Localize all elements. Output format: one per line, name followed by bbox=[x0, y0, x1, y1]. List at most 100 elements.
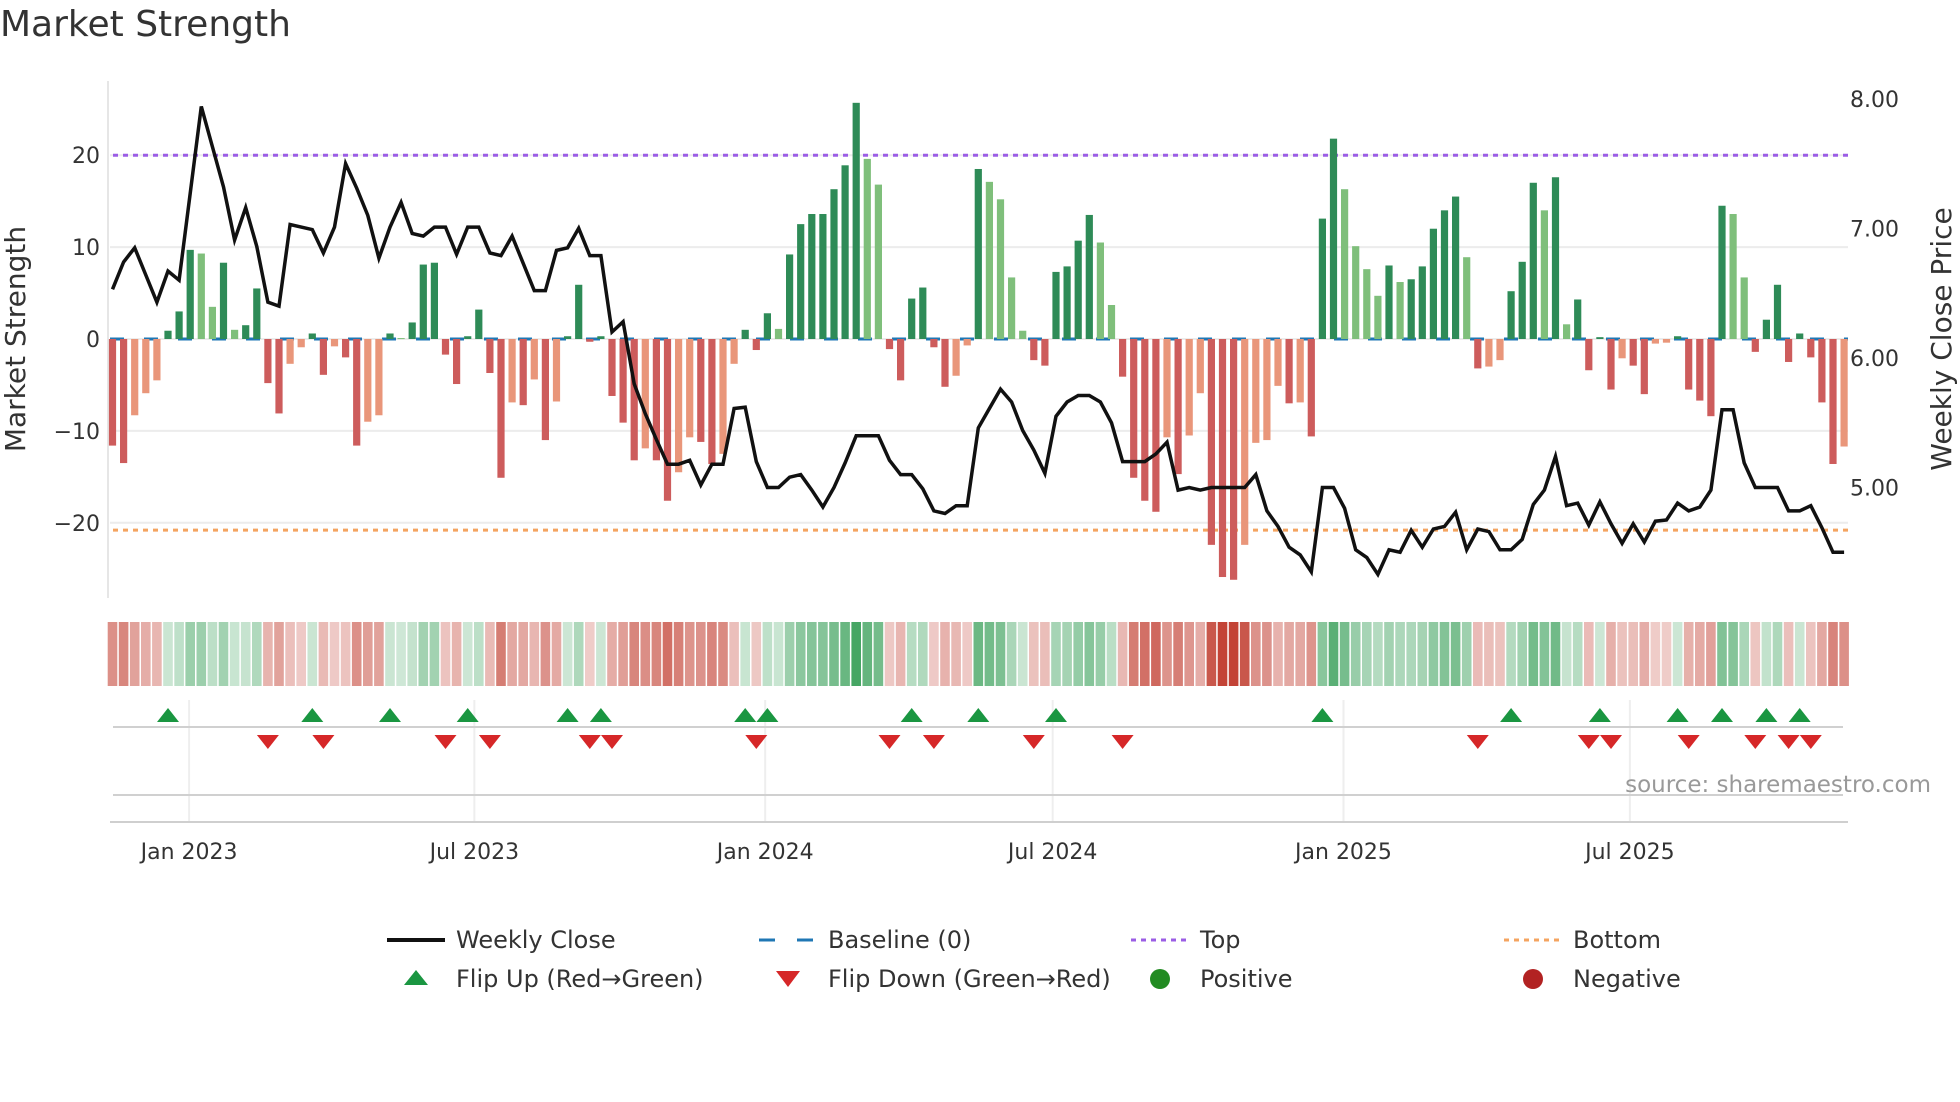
heat-cell bbox=[1584, 622, 1594, 686]
heat-cell bbox=[1439, 622, 1450, 686]
y-axis-label: Market Strength bbox=[0, 226, 32, 452]
heat-cell bbox=[207, 622, 218, 686]
strength-bar bbox=[242, 325, 250, 339]
strength-bar bbox=[897, 339, 905, 381]
legend-item-negative: Negative bbox=[1523, 965, 1681, 993]
heat-cell bbox=[1461, 622, 1472, 686]
strength-bar bbox=[1685, 339, 1693, 390]
strength-bar bbox=[841, 165, 849, 339]
strength-bar bbox=[1463, 257, 1471, 339]
strength-bar bbox=[275, 339, 283, 414]
strength-bar bbox=[364, 339, 372, 422]
strength-bar bbox=[1285, 339, 1293, 404]
strength-bar bbox=[1596, 337, 1604, 339]
strength-bar bbox=[1518, 261, 1526, 339]
strength-bar bbox=[264, 339, 272, 384]
heat-cell bbox=[1750, 622, 1761, 686]
strength-bar bbox=[153, 339, 161, 381]
strength-bar bbox=[1574, 299, 1582, 339]
heat-cell bbox=[585, 622, 595, 686]
strength-bar bbox=[1163, 339, 1171, 438]
heat-cell bbox=[751, 622, 762, 686]
heat-cell bbox=[1772, 622, 1783, 686]
strength-bar bbox=[919, 287, 927, 339]
heat-cell bbox=[1617, 622, 1627, 686]
heat-cell bbox=[662, 622, 673, 686]
strength-bar bbox=[564, 336, 572, 339]
heat-cell bbox=[1839, 622, 1849, 686]
heat-cell bbox=[1628, 622, 1638, 686]
flip-up-marker bbox=[734, 708, 757, 722]
strength-bar bbox=[330, 339, 339, 347]
strength-bars bbox=[108, 102, 1848, 580]
heat-cell bbox=[607, 622, 617, 686]
heat-cell bbox=[1373, 622, 1383, 686]
flip-up-marker bbox=[157, 708, 179, 722]
flip-up-marker bbox=[1500, 708, 1523, 722]
strength-bar bbox=[1307, 339, 1315, 437]
strength-bar bbox=[1318, 218, 1326, 339]
strength-bar bbox=[708, 339, 716, 464]
heat-cell bbox=[152, 622, 162, 686]
flip-down-marker bbox=[1577, 735, 1600, 749]
flip-down-marker bbox=[601, 735, 623, 749]
market-strength-chart: −20 −10 0 10 20 5.00 6.00 7.00 8.00 Market Streng… bbox=[0, 81, 1958, 993]
heat-cell bbox=[995, 622, 1006, 686]
strength-bar bbox=[186, 249, 194, 339]
strength-bar bbox=[142, 339, 150, 394]
strength-bar bbox=[1096, 242, 1104, 339]
strength-bar bbox=[1674, 336, 1682, 339]
strength-bar bbox=[819, 214, 827, 339]
heat-cell bbox=[474, 622, 484, 686]
heat-cell bbox=[1284, 622, 1294, 686]
heat-cell bbox=[1151, 622, 1161, 686]
strength-bar bbox=[1618, 339, 1626, 359]
strength-bar bbox=[808, 214, 816, 339]
flip_up-legend-icon bbox=[404, 970, 428, 985]
strength-bar bbox=[1019, 330, 1027, 339]
heat-cell bbox=[318, 622, 329, 686]
strength-bar bbox=[131, 339, 139, 416]
strength-bar bbox=[1729, 214, 1737, 339]
y2-tick-label: 6.00 bbox=[1850, 347, 1899, 372]
strength-bar bbox=[996, 199, 1005, 339]
strength-bar bbox=[1696, 339, 1704, 401]
heat-cell bbox=[1806, 622, 1816, 686]
heat-cell bbox=[1428, 622, 1439, 686]
strength-bar bbox=[541, 339, 549, 441]
strength-bar bbox=[530, 339, 538, 380]
strength-bar bbox=[1363, 269, 1371, 339]
heat-cell bbox=[1550, 622, 1561, 686]
heat-cell bbox=[1828, 622, 1838, 686]
heat-cell bbox=[1239, 622, 1250, 686]
x-tick-label: Jan 2024 bbox=[715, 840, 814, 865]
strength-bar bbox=[1119, 339, 1127, 377]
strength-bar bbox=[353, 339, 361, 446]
heat-cell bbox=[551, 622, 562, 686]
heat-cell bbox=[1561, 622, 1572, 686]
heat-cell bbox=[1295, 622, 1305, 686]
heat-cell bbox=[1184, 622, 1194, 686]
strength-bar bbox=[1540, 210, 1548, 339]
heat-cell bbox=[518, 622, 528, 686]
strength-bar bbox=[1585, 339, 1593, 371]
heat-cell bbox=[1317, 622, 1328, 686]
strength-bar bbox=[863, 158, 871, 339]
strength-bar bbox=[1429, 228, 1437, 339]
heat-cell bbox=[1406, 622, 1416, 686]
strength-bar bbox=[120, 339, 128, 464]
strength-bar bbox=[1640, 339, 1648, 395]
legend: Weekly Close Baseline (0) Top Bottom Flip Up… bbox=[387, 926, 1681, 993]
flip-up-marker bbox=[1788, 708, 1811, 722]
heat-cell bbox=[862, 622, 873, 686]
flip-down-marker bbox=[1777, 735, 1800, 749]
strength-bar bbox=[508, 339, 516, 403]
strength-bar bbox=[619, 339, 627, 423]
heat-cell bbox=[1362, 622, 1372, 686]
strength-bar bbox=[486, 339, 494, 374]
heat-cell bbox=[1506, 622, 1516, 686]
heat-cell bbox=[1661, 622, 1672, 686]
flip-down-marker bbox=[578, 735, 601, 749]
heat-cell bbox=[485, 622, 495, 686]
strength-bar bbox=[1152, 339, 1160, 512]
